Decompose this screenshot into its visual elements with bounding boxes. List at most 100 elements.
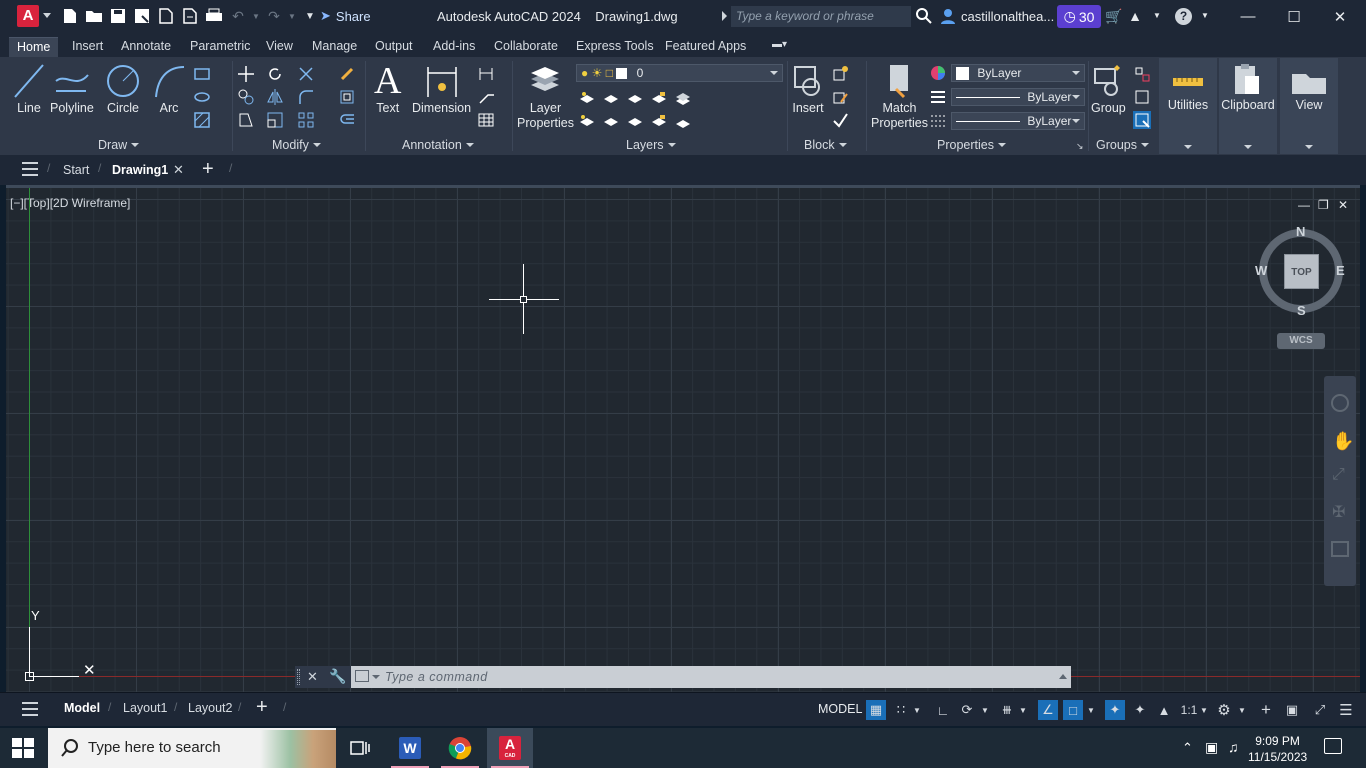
erase-icon[interactable] <box>338 65 356 83</box>
trim-icon[interactable] <box>297 65 315 83</box>
undo-dropdown-icon[interactable]: ▼ <box>252 6 260 26</box>
autocad-logo-button[interactable]: A <box>17 5 39 27</box>
ribbon-options-icon[interactable]: ▬▾ <box>764 37 795 57</box>
cart-icon[interactable]: 🛒 <box>1105 8 1123 26</box>
color-dropdown[interactable]: ByLayer <box>951 64 1085 82</box>
circle-button[interactable]: Circle <box>106 61 140 116</box>
tab-collaborate[interactable]: Collaborate <box>486 37 566 57</box>
annotation-scale-value[interactable]: 1:1 <box>1178 700 1200 720</box>
auto-scale-icon[interactable]: ✦ <box>1130 700 1150 720</box>
object-snap-icon[interactable]: □ <box>1063 700 1083 720</box>
tab-parametric[interactable]: Parametric <box>182 37 258 57</box>
search-icon[interactable] <box>915 7 933 25</box>
ellipse-icon[interactable] <box>193 88 211 106</box>
share-button[interactable]: ➤ Share <box>320 8 371 24</box>
open-folder-icon[interactable] <box>84 6 104 26</box>
compass-north[interactable]: N <box>1296 224 1305 239</box>
viewport-minimize-icon[interactable]: — <box>1298 198 1310 212</box>
command-grip-icon[interactable] <box>297 669 300 685</box>
groups-panel-title[interactable]: Groups <box>1096 137 1149 153</box>
match-layer-icon[interactable] <box>602 112 620 130</box>
autodesk-app-icon[interactable]: ▲ <box>1126 8 1144 26</box>
fillet-icon[interactable] <box>297 88 315 106</box>
help-icon[interactable]: ? <box>1175 8 1192 25</box>
new-layout-icon[interactable]: + <box>256 696 268 719</box>
edit-attributes-icon[interactable] <box>831 111 849 129</box>
ortho-mode-icon[interactable]: ∟ <box>933 700 953 720</box>
group-button[interactable]: Group <box>1091 61 1126 116</box>
app-dropdown-icon[interactable]: ▼ <box>1148 11 1166 29</box>
tab-featured-apps[interactable]: Featured Apps <box>657 37 754 57</box>
volume-icon[interactable]: ♫ <box>1228 739 1239 755</box>
compass-east[interactable]: E <box>1336 263 1345 278</box>
meet-now-icon[interactable]: ▣ <box>1205 739 1218 756</box>
layer-unlock-icon[interactable] <box>650 112 668 130</box>
isometric-dropdown-icon[interactable]: ▼ <box>1017 700 1029 720</box>
layout1-tab[interactable]: Layout1 <box>123 701 167 715</box>
redo-icon[interactable]: ↷ <box>264 6 284 26</box>
copy-icon[interactable] <box>237 88 255 106</box>
layer-properties-button[interactable]: Layer Properties <box>517 61 574 131</box>
trial-days-badge[interactable]: ◷ 30 <box>1057 5 1101 28</box>
array-icon[interactable] <box>297 111 315 129</box>
save-icon[interactable] <box>108 6 128 26</box>
search-expand-icon[interactable] <box>722 11 727 21</box>
application-menu-arrow-icon[interactable] <box>43 13 51 18</box>
tab-insert[interactable]: Insert <box>64 37 111 57</box>
polar-dropdown-icon[interactable]: ▼ <box>979 700 991 720</box>
layer-dropdown[interactable]: ● ☀ □ 0 <box>576 64 783 82</box>
polar-tracking-icon[interactable]: ⟳ <box>957 700 977 720</box>
clipboard-panel[interactable]: Clipboard <box>1219 58 1277 154</box>
new-file-icon[interactable] <box>60 6 80 26</box>
notifications-icon[interactable] <box>1324 738 1342 754</box>
layer-previous-icon[interactable] <box>626 112 644 130</box>
group-edit-icon[interactable] <box>1133 88 1151 106</box>
polyline-button[interactable]: Polyline <box>50 61 94 116</box>
user-account-menu[interactable]: castillonalthea... <box>940 8 1054 24</box>
autocad-taskbar-app[interactable]: A CAD <box>487 728 533 768</box>
isolate-objects-icon[interactable]: ▣ <box>1282 700 1302 720</box>
group-selection-icon[interactable] <box>1133 111 1151 129</box>
orbit-icon[interactable]: ✠ <box>1332 502 1345 522</box>
edit-block-icon[interactable] <box>831 88 849 106</box>
viewport-close-icon[interactable]: ✕ <box>1338 198 1348 212</box>
text-button[interactable]: A Text <box>374 61 401 116</box>
block-panel-title[interactable]: Block <box>804 137 847 153</box>
layout2-tab[interactable]: Layout2 <box>188 701 232 715</box>
scale-icon[interactable] <box>266 111 284 129</box>
tab-home[interactable]: Home <box>9 37 59 57</box>
command-input[interactable]: Type a command <box>385 670 488 684</box>
command-history-expand-icon[interactable] <box>1059 674 1067 679</box>
layout-tabs-menu-icon[interactable] <box>22 702 38 716</box>
chrome-taskbar-app[interactable] <box>437 728 483 768</box>
save-to-web-icon[interactable] <box>180 6 200 26</box>
ucs-icon[interactable]: Y ✕ <box>25 608 106 683</box>
linear-dimension-icon[interactable] <box>477 65 495 83</box>
mirror-icon[interactable] <box>266 88 284 106</box>
snap-dropdown-icon[interactable]: ▼ <box>911 700 923 720</box>
tab-output[interactable]: Output <box>367 37 421 57</box>
minimize-window-icon[interactable]: — <box>1225 0 1271 33</box>
snap-mode-icon[interactable]: ∷ <box>891 700 911 720</box>
tab-manage[interactable]: Manage <box>304 37 365 57</box>
windows-start-icon[interactable] <box>12 738 34 758</box>
arc-button[interactable]: Arc <box>152 61 186 116</box>
line-button[interactable]: Line <box>13 61 45 116</box>
showmotion-icon[interactable] <box>1331 541 1349 557</box>
isometric-drafting-icon[interactable]: ⧻ <box>997 700 1017 720</box>
steering-wheel-icon[interactable] <box>1331 394 1349 412</box>
viewcube-top-face[interactable]: TOP <box>1284 254 1319 289</box>
maximize-window-icon[interactable]: ☐ <box>1271 0 1317 33</box>
lineweight-dropdown[interactable]: ByLayer <box>951 88 1085 106</box>
utilities-panel[interactable]: Utilities <box>1159 58 1217 154</box>
compass-west[interactable]: W <box>1255 263 1267 278</box>
move-icon[interactable] <box>237 65 255 83</box>
linetype-icon[interactable] <box>929 112 947 130</box>
undo-icon[interactable]: ↶ <box>228 6 248 26</box>
customization-menu-icon[interactable]: ☰ <box>1336 700 1356 720</box>
properties-dialog-launcher-icon[interactable]: ↘ <box>1076 141 1084 152</box>
rectangle-icon[interactable] <box>193 65 211 83</box>
layer-off-icon[interactable] <box>578 89 596 107</box>
taskbar-search-box[interactable]: Type here to search <box>48 728 336 768</box>
word-taskbar-app[interactable]: W <box>387 728 433 768</box>
